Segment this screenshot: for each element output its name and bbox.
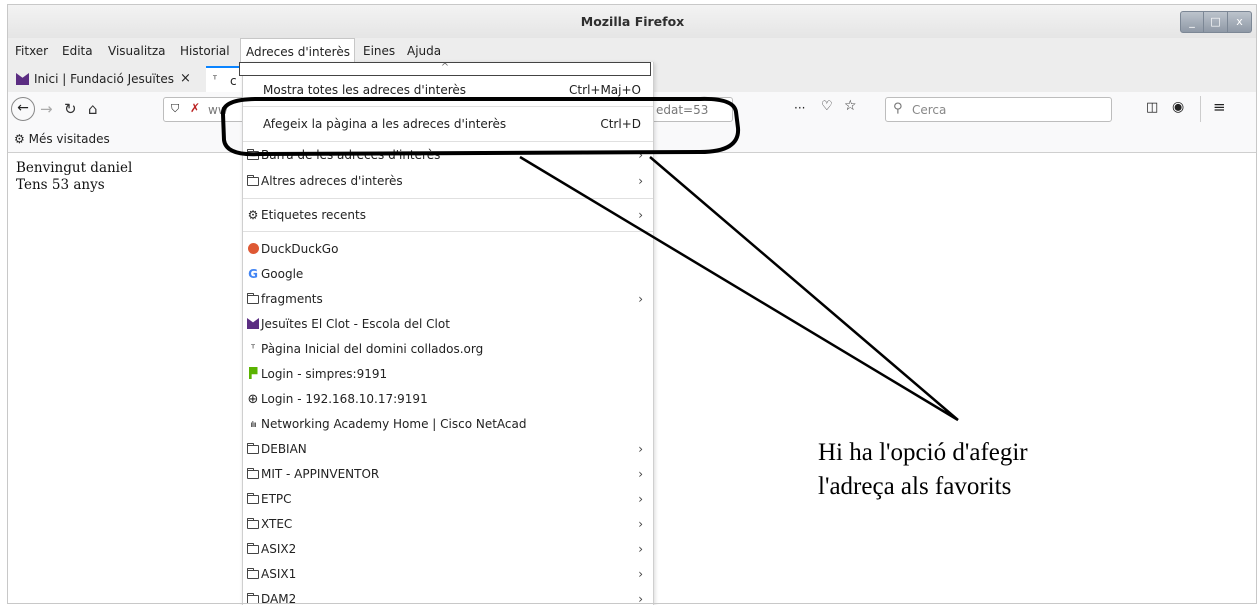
firefox-window: Mozilla Firefox _ □ x Fitxer Edita Visua… (0, 0, 1259, 605)
annotation-pointer-line (519, 155, 959, 422)
annotation-line-1: Hi ha l'opció d'afegir (818, 439, 1028, 466)
annotation-overlay (221, 96, 959, 422)
annotation-ellipse (221, 96, 741, 157)
annotation-line-2: l'adreça als favorits (818, 473, 1012, 500)
annotation-text: Hi ha l'opció d'afegir l'adreça als favo… (818, 436, 1028, 504)
